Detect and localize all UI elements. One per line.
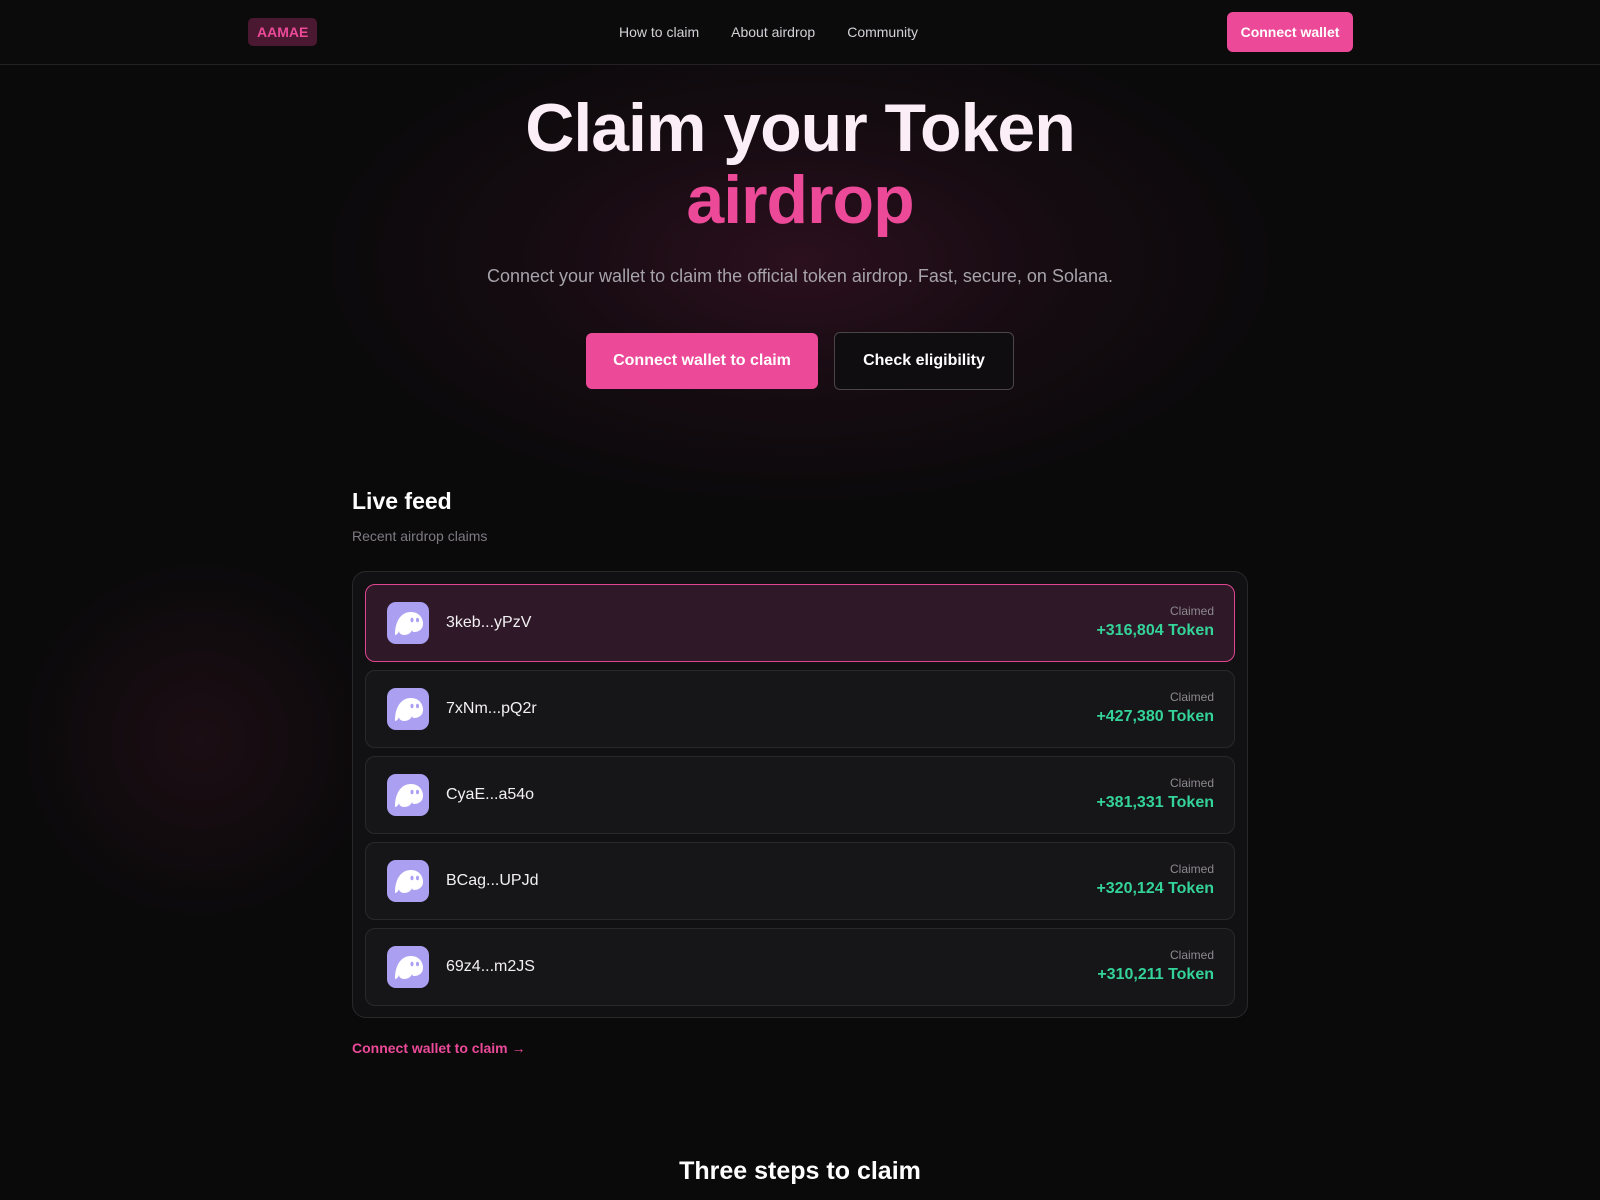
ghost-icon [387,602,429,644]
feed-row[interactable]: BCag...UPJd Claimed +320,124 Token [365,842,1235,920]
wallet-address: CyaE...a54o [446,786,535,803]
feed-row[interactable]: CyaE...a54o Claimed +381,331 Token [365,756,1235,834]
wallet-address: 69z4...m2JS [446,958,535,975]
top-header: AAMAE How to claim About airdrop Communi… [0,0,1600,65]
hero-title-line2: airdrop [686,162,914,238]
claimed-label: Claimed [1169,862,1214,876]
connect-wallet-to-claim-link[interactable]: Connect wallet to claim → [352,1040,525,1056]
ghost-icon [387,774,429,816]
feed-row[interactable]: 3keb...yPzV Claimed +316,804 Token [365,584,1235,662]
main-nav: How to claim About airdrop Community [619,0,918,64]
feed-row[interactable]: 69z4...m2JS Claimed +310,211 Token [365,928,1235,1006]
side-glow [20,560,380,920]
claimed-label: Claimed [1169,690,1214,704]
live-feed-subtitle: Recent airdrop claims [352,528,488,544]
hero-title-line1: Claim your Token [525,90,1076,166]
claimed-label: Claimed [1169,776,1214,790]
claimed-label: Claimed [1169,948,1214,962]
ghost-icon [387,688,429,730]
claimed-label: Claimed [1169,604,1214,618]
hero-subtitle: Connect your wallet to claim the officia… [487,266,1113,286]
nav-about-airdrop[interactable]: About airdrop [731,24,815,40]
claimed-amount: +320,124 Token [1096,880,1214,897]
wallet-address: BCag...UPJd [446,872,539,889]
connect-wallet-to-claim-button[interactable]: Connect wallet to claim [586,333,818,389]
feed-row[interactable]: 7xNm...pQ2r Claimed +427,380 Token [365,670,1235,748]
nav-community[interactable]: Community [847,24,918,40]
live-feed-title: Live feed [352,488,452,514]
claimed-amount: +310,211 Token [1097,966,1214,983]
hero-title: Claim your Token airdrop [0,92,1600,236]
logo[interactable]: AAMAE [248,18,318,46]
wallet-address: 7xNm...pQ2r [446,700,537,717]
steps-title: Three steps to claim [679,1157,921,1185]
wallet-address: 3keb...yPzV [446,614,532,631]
check-eligibility-button[interactable]: Check eligibility [834,332,1014,390]
claimed-amount: +316,804 Token [1096,622,1214,639]
nav-how-to-claim[interactable]: How to claim [619,24,699,40]
claimed-amount: +427,380 Token [1096,708,1214,725]
connect-wallet-button[interactable]: Connect wallet [1227,12,1353,52]
claimed-amount: +381,331 Token [1096,794,1214,811]
ghost-icon [387,946,429,988]
live-feed-panel: 3keb...yPzV Claimed +316,804 Token 7xNm.… [352,571,1248,1018]
ghost-icon [387,860,429,902]
